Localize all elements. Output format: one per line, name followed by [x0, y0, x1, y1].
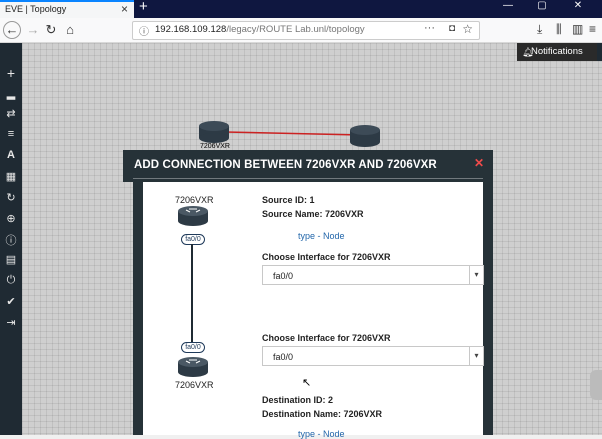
new-tab-icon[interactable]: + [139, 0, 148, 15]
info-icon[interactable]: ⓘ [0, 232, 22, 248]
destination-id: Destination ID: 2 [262, 395, 334, 405]
url-path: /legacy/ROUTE Lab.unl/topology [226, 24, 365, 35]
notifications-label: Notifications [531, 46, 583, 57]
connection-line [191, 244, 193, 344]
site-info-icon[interactable]: ⓘ [139, 23, 149, 38]
minimize-icon[interactable]: — [492, 0, 524, 14]
modal-title-underline [133, 178, 483, 179]
source-interface-badge: fa0/0 [181, 234, 205, 245]
check-icon[interactable]: ✔ [0, 295, 22, 308]
grid-icon[interactable]: ▦ [0, 170, 22, 183]
add-icon[interactable]: + [0, 65, 22, 81]
destination-node-label: 7206VXR [175, 380, 214, 390]
bookmark-star-icon[interactable]: ☆ [462, 22, 473, 36]
zoom-icon[interactable]: ⊕ [0, 212, 22, 225]
maximize-icon[interactable]: ▢ [526, 0, 558, 14]
window-controls: — ▢ ✕ [492, 0, 602, 18]
sidebars-icon[interactable]: ▥ [572, 22, 583, 36]
notifications-edge [597, 43, 602, 61]
window-close-icon[interactable]: ✕ [562, 0, 594, 14]
bg-node-label-1: 7206VXR [200, 143, 230, 150]
bg-link-line [224, 131, 361, 136]
log-icon[interactable]: ▤ [0, 253, 22, 266]
browser-tab[interactable]: EVE | Topology × [0, 0, 134, 18]
url-text: 192.168.109.128/legacy/ROUTE Lab.unl/top… [155, 24, 365, 35]
tab-title: EVE | Topology [5, 4, 67, 14]
destination-choose-label: Choose Interface for 7206VXR [262, 333, 391, 343]
chevron-down-icon: ▾ [469, 266, 483, 284]
destination-interface-select[interactable]: fa0/0 ▾ [262, 346, 484, 366]
back-icon[interactable]: ← [3, 21, 21, 39]
mouse-cursor-icon: ↖ [302, 377, 312, 389]
destination-interface-value: fa0/0 [273, 352, 294, 362]
destination-interface-badge: fa0/0 [181, 342, 205, 353]
source-type-link[interactable]: type - Node [298, 231, 345, 241]
scroll-handle[interactable] [590, 370, 602, 400]
url-host: 192.168.109.128 [155, 24, 227, 35]
reload-icon[interactable]: ↻ [42, 21, 60, 39]
source-choose-label: Choose Interface for 7206VXR [262, 252, 391, 262]
destination-type-link[interactable]: type - Node [298, 429, 345, 439]
notifications-button[interactable]: 🔔︎ Notifications [517, 43, 597, 61]
source-interface-value: fa0/0 [273, 271, 294, 281]
modal-close-icon[interactable]: ✕ [474, 156, 484, 170]
menu-icon[interactable]: ≡ [589, 22, 596, 36]
source-interface-select[interactable]: fa0/0 ▾ [262, 265, 484, 285]
page-actions-icon[interactable]: ··· [424, 22, 435, 34]
forward-icon[interactable]: → [24, 21, 42, 39]
refresh-icon[interactable]: ↻ [0, 191, 22, 204]
node-icon[interactable]: ▂ [0, 87, 22, 100]
text-icon[interactable]: A [0, 149, 22, 161]
list-icon[interactable]: ≡ [0, 128, 22, 140]
browser-tab-strip: EVE | Topology × + — ▢ ✕ [0, 0, 602, 18]
power-icon[interactable]: ⏻ [0, 274, 22, 287]
source-router-icon [178, 206, 208, 226]
library-icon[interactable]: ⫼ [556, 22, 562, 37]
address-bar[interactable]: ⓘ 192.168.109.128/legacy/ROUTE Lab.unl/t… [132, 21, 480, 40]
destination-router-icon [178, 357, 208, 377]
tab-close-icon[interactable]: × [121, 2, 128, 16]
bg-router-2[interactable] [350, 125, 380, 147]
logout-icon[interactable]: ⇥ [0, 316, 22, 329]
downloads-icon[interactable]: ⤓ [537, 22, 542, 37]
modal-header: ADD CONNECTION BETWEEN 7206VXR AND 7206V… [123, 150, 493, 182]
add-connection-modal [133, 150, 493, 435]
source-name: Source Name: 7206VXR [262, 209, 364, 219]
modal-title: ADD CONNECTION BETWEEN 7206VXR AND 7206V… [134, 159, 437, 171]
pocket-icon[interactable]: ◘ [449, 23, 455, 34]
home-icon[interactable]: ⌂ [61, 21, 79, 39]
bg-router-1[interactable] [199, 121, 229, 143]
eve-sidebar: + ▂ ⇄ ≡ A ▦ ↻ ⊕ ⓘ ▤ ⏻ ✔ ⇥ [0, 43, 22, 435]
destination-name: Destination Name: 7206VXR [262, 409, 383, 419]
browser-nav-bar: ← → ↻ ⌂ ⓘ 192.168.109.128/legacy/ROUTE L… [0, 18, 602, 43]
connect-icon[interactable]: ⇄ [0, 107, 22, 120]
chevron-down-icon: ▾ [469, 347, 483, 365]
source-node-label: 7206VXR [175, 195, 214, 205]
source-id: Source ID: 1 [262, 195, 315, 205]
